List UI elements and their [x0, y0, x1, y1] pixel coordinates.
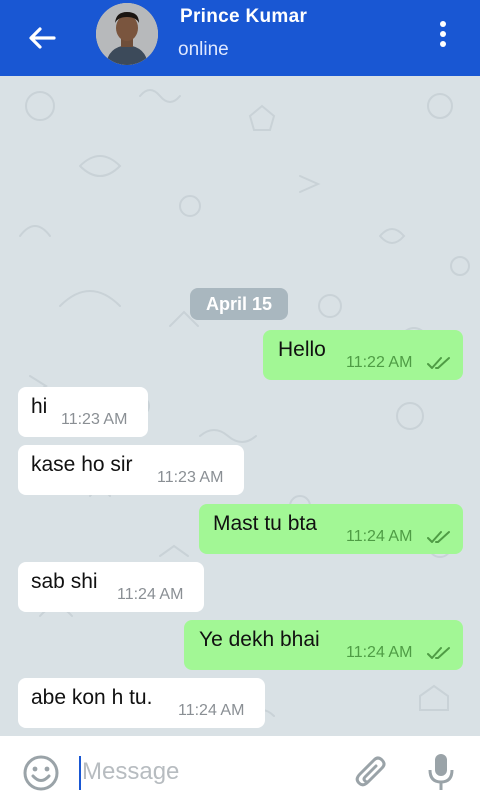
date-chip: April 15 — [190, 288, 288, 320]
message-text: kase ho sir — [31, 453, 133, 476]
message-bubble-incoming[interactable]: kase ho sir 11:23 AM — [18, 445, 244, 495]
back-arrow-icon[interactable] — [22, 18, 62, 58]
double-check-icon — [427, 357, 450, 369]
message-bubble-incoming[interactable]: sab shi 11:24 AM — [18, 562, 204, 612]
text-cursor — [79, 756, 81, 790]
attach-icon[interactable] — [354, 754, 390, 792]
message-time: 11:23 AM — [61, 411, 128, 428]
chat-area[interactable]: April 15 Hello 11:22 AM hi 11:23 AM kase… — [0, 76, 480, 736]
message-text: Mast tu bta — [213, 512, 317, 535]
message-time: 11:24 AM — [178, 702, 245, 719]
mic-icon[interactable] — [428, 752, 454, 792]
message-bubble-outgoing[interactable]: Mast tu bta 11:24 AM — [199, 504, 463, 554]
message-text: sab shi — [31, 570, 98, 593]
more-vert-icon[interactable] — [428, 18, 458, 52]
emoji-icon[interactable] — [22, 754, 60, 792]
message-time: 11:24 AM — [346, 528, 413, 545]
double-check-icon — [427, 531, 450, 543]
double-check-icon — [427, 647, 450, 659]
message-text: abe kon h tu. — [31, 686, 153, 709]
message-bubble-incoming[interactable]: hi 11:23 AM — [18, 387, 148, 437]
message-input[interactable] — [82, 752, 322, 792]
message-bubble-outgoing[interactable]: Ye dekh bhai 11:24 AM — [184, 620, 463, 670]
contact-status: online — [178, 39, 229, 60]
message-time: 11:22 AM — [346, 354, 413, 371]
message-text: Hello — [278, 338, 326, 361]
message-bubble-outgoing[interactable]: Hello 11:22 AM — [263, 330, 463, 380]
message-bubble-incoming[interactable]: abe kon h tu. 11:24 AM — [18, 678, 265, 728]
message-time: 11:24 AM — [346, 644, 413, 661]
message-text: Ye dekh bhai — [199, 628, 320, 651]
message-text: hi — [31, 395, 48, 418]
avatar[interactable] — [96, 3, 158, 65]
chat-header: Prince Kumar online — [0, 0, 480, 76]
avatar-photo — [96, 3, 158, 65]
message-time: 11:24 AM — [117, 586, 184, 603]
contact-name[interactable]: Prince Kumar — [180, 6, 307, 28]
message-time: 11:23 AM — [157, 469, 224, 486]
